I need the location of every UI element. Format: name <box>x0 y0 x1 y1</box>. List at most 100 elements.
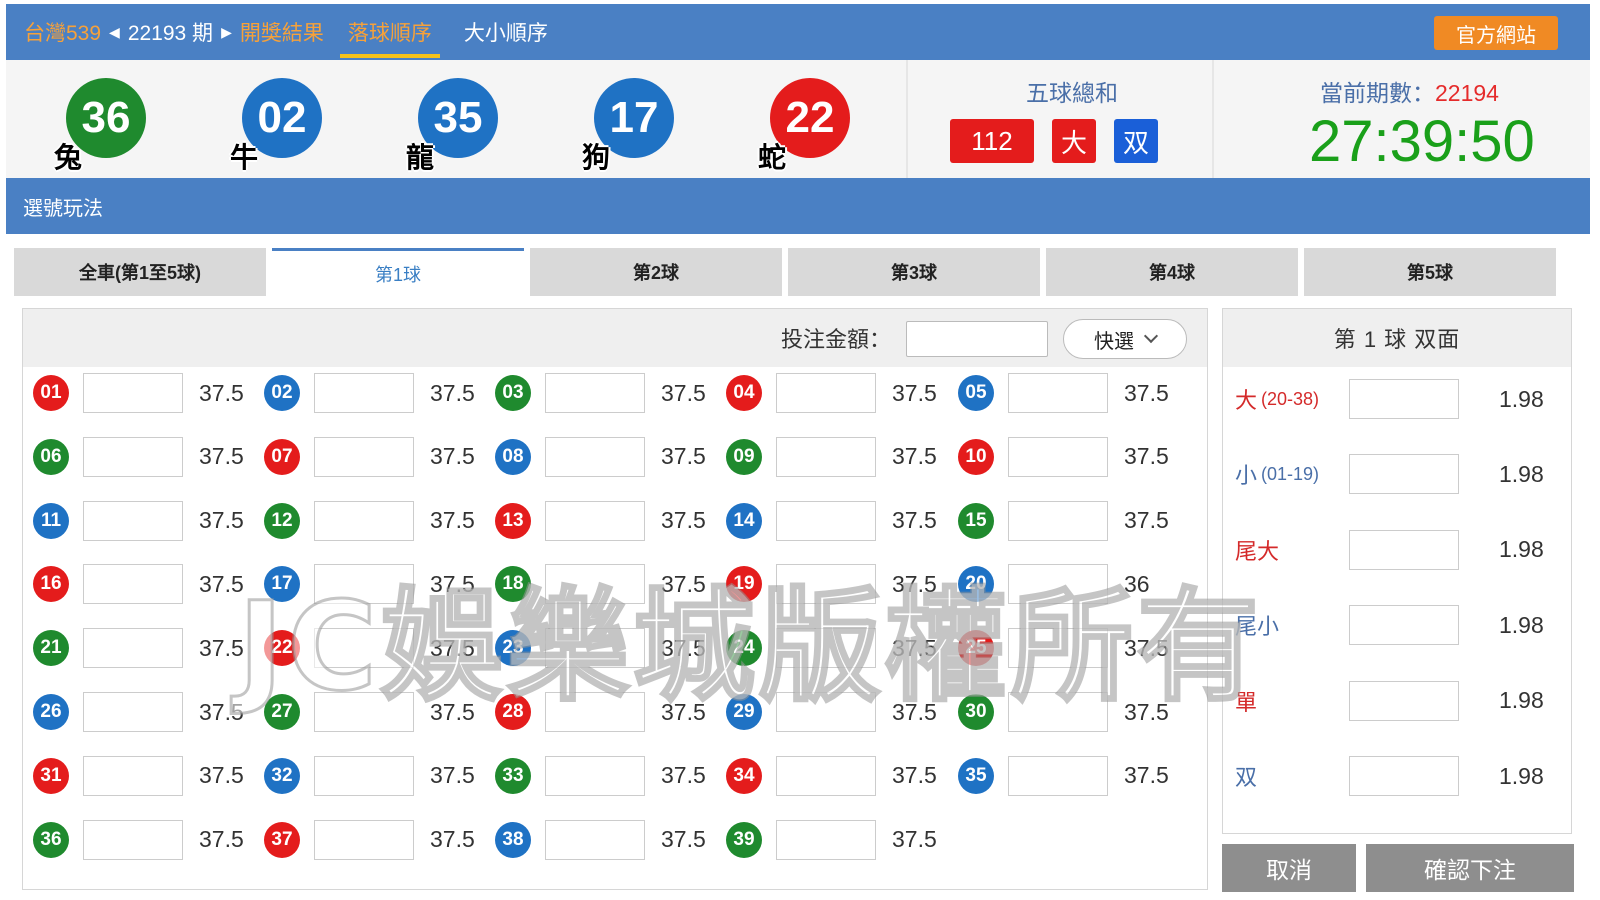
tab-ball-0[interactable]: 全車(第1至5球) <box>14 248 266 296</box>
bet-amount-field[interactable] <box>776 373 876 413</box>
two-sided-amount-field[interactable] <box>1349 680 1459 721</box>
two-sided-amount-field[interactable] <box>1349 756 1459 796</box>
number-ball[interactable]: 25 <box>958 630 994 667</box>
bet-amount-field[interactable] <box>314 436 414 477</box>
number-ball[interactable]: 19 <box>726 566 762 603</box>
bet-amount-field[interactable] <box>776 564 876 605</box>
bet-amount-field[interactable] <box>314 755 414 796</box>
number-ball[interactable]: 37 <box>264 821 300 858</box>
number-ball[interactable]: 22 <box>264 630 300 667</box>
bet-amount-field[interactable] <box>1008 628 1108 669</box>
tab-ball-1[interactable]: 第1球 <box>272 248 524 296</box>
number-ball[interactable]: 05 <box>958 375 994 411</box>
number-ball[interactable]: 35 <box>958 757 994 794</box>
bet-amount-field[interactable] <box>83 692 183 732</box>
tab-ball-4[interactable]: 第4球 <box>1046 248 1298 296</box>
number-ball[interactable]: 12 <box>264 502 300 539</box>
bet-amount-field[interactable] <box>776 500 876 541</box>
bet-amount-field[interactable] <box>776 819 876 860</box>
next-period-icon[interactable]: ▶ <box>221 24 232 41</box>
bet-amount-field[interactable] <box>1008 373 1108 413</box>
nav-drop-order[interactable]: 落球順序 <box>339 4 440 60</box>
bet-amount-field[interactable] <box>314 373 414 413</box>
nav-draw-results[interactable]: 開獎結果 <box>240 17 324 47</box>
number-ball[interactable]: 14 <box>726 502 762 539</box>
number-ball[interactable]: 04 <box>726 375 762 411</box>
number-ball[interactable]: 10 <box>958 438 994 475</box>
number-ball[interactable]: 38 <box>495 821 531 858</box>
number-ball[interactable]: 13 <box>495 502 531 539</box>
two-sided-amount-field[interactable] <box>1349 605 1459 646</box>
bet-amount-field[interactable] <box>776 628 876 669</box>
number-ball[interactable]: 31 <box>33 757 69 794</box>
bet-amount-field[interactable] <box>314 692 414 732</box>
bet-amount-field[interactable] <box>545 755 645 796</box>
two-sided-amount-field[interactable] <box>1349 529 1459 570</box>
bet-amount-field[interactable] <box>1008 436 1108 477</box>
number-ball[interactable]: 03 <box>495 375 531 411</box>
bet-amount-field[interactable] <box>83 819 183 860</box>
bet-amount-field[interactable] <box>83 628 183 669</box>
tab-ball-2[interactable]: 第2球 <box>530 248 782 296</box>
number-ball[interactable]: 26 <box>33 694 69 730</box>
lottery-name[interactable]: 台灣539 <box>24 17 101 47</box>
number-ball[interactable]: 09 <box>726 438 762 475</box>
bet-amount-field[interactable] <box>83 373 183 413</box>
quick-select-dropdown[interactable]: 快選 <box>1063 319 1187 359</box>
number-ball[interactable]: 15 <box>958 502 994 539</box>
bet-amount-field[interactable] <box>545 436 645 477</box>
two-sided-amount-field[interactable] <box>1349 379 1459 419</box>
number-ball[interactable]: 16 <box>33 566 69 603</box>
number-ball[interactable]: 32 <box>264 757 300 794</box>
bet-amount-field[interactable] <box>776 436 876 477</box>
number-ball[interactable]: 30 <box>958 694 994 730</box>
bet-amount-field[interactable] <box>314 564 414 605</box>
bet-amount-field[interactable] <box>83 755 183 796</box>
tab-ball-3[interactable]: 第3球 <box>788 248 1040 296</box>
number-ball[interactable]: 36 <box>33 821 69 858</box>
tab-ball-5[interactable]: 第5球 <box>1304 248 1556 296</box>
bet-amount-field[interactable] <box>83 564 183 605</box>
nav-size-order[interactable]: 大小順序 <box>456 4 556 60</box>
number-ball[interactable]: 23 <box>495 630 531 667</box>
bet-amount-field[interactable] <box>545 819 645 860</box>
number-ball[interactable]: 39 <box>726 821 762 858</box>
bet-amount-field[interactable] <box>776 755 876 796</box>
bet-amount-field[interactable] <box>1008 500 1108 541</box>
bet-amount-field[interactable] <box>314 500 414 541</box>
number-ball[interactable]: 34 <box>726 757 762 794</box>
number-ball[interactable]: 28 <box>495 694 531 730</box>
number-ball[interactable]: 21 <box>33 630 69 667</box>
bet-amount-field[interactable] <box>1008 692 1108 732</box>
number-ball[interactable]: 17 <box>264 566 300 603</box>
bet-amount-input[interactable] <box>906 321 1048 357</box>
bet-amount-field[interactable] <box>545 692 645 732</box>
confirm-bet-button[interactable]: 確認下注 <box>1366 844 1574 892</box>
bet-amount-field[interactable] <box>1008 755 1108 796</box>
bet-amount-field[interactable] <box>545 564 645 605</box>
number-ball[interactable]: 20 <box>958 566 994 603</box>
number-ball[interactable]: 33 <box>495 757 531 794</box>
number-ball[interactable]: 24 <box>726 630 762 667</box>
bet-amount-field[interactable] <box>314 819 414 860</box>
bet-amount-field[interactable] <box>1008 564 1108 605</box>
number-ball[interactable]: 27 <box>264 694 300 730</box>
number-ball[interactable]: 01 <box>33 375 69 411</box>
number-ball[interactable]: 06 <box>33 438 69 475</box>
bet-amount-field[interactable] <box>83 436 183 477</box>
number-ball[interactable]: 07 <box>264 438 300 475</box>
bet-amount-field[interactable] <box>545 373 645 413</box>
number-ball[interactable]: 02 <box>264 375 300 411</box>
bet-amount-field[interactable] <box>545 628 645 669</box>
bet-amount-field[interactable] <box>314 628 414 669</box>
number-ball[interactable]: 29 <box>726 694 762 730</box>
number-ball[interactable]: 11 <box>33 502 69 539</box>
bet-amount-field[interactable] <box>83 500 183 541</box>
two-sided-amount-field[interactable] <box>1349 454 1459 495</box>
bet-amount-field[interactable] <box>545 500 645 541</box>
prev-period-icon[interactable]: ◀ <box>109 24 120 41</box>
number-ball[interactable]: 18 <box>495 566 531 603</box>
official-site-button[interactable]: 官方網站 <box>1434 16 1558 50</box>
cancel-button[interactable]: 取消 <box>1222 844 1356 892</box>
bet-amount-field[interactable] <box>776 692 876 732</box>
